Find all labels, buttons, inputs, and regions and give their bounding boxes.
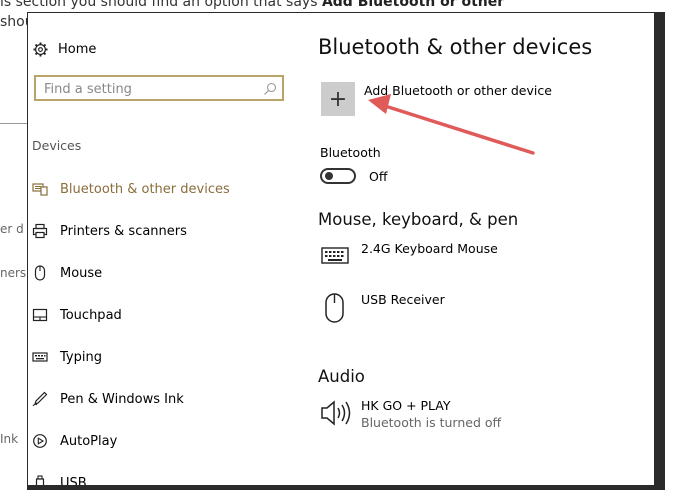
sidebar-item-usb[interactable]: USB bbox=[28, 462, 298, 485]
plus-icon: + bbox=[328, 86, 348, 112]
sidebar-item-typing[interactable]: Typing bbox=[28, 336, 298, 378]
device-status: Bluetooth is turned off bbox=[361, 415, 502, 430]
article-divider bbox=[0, 123, 28, 124]
sidebar-item-label: Touchpad bbox=[60, 307, 122, 323]
mouse-icon bbox=[320, 292, 350, 323]
bluetooth-toggle[interactable] bbox=[320, 168, 356, 184]
search-input[interactable] bbox=[42, 78, 256, 100]
touchpad-icon bbox=[32, 307, 48, 323]
article-line: is section you should find an option tha… bbox=[0, 0, 504, 10]
keyboard-icon bbox=[320, 241, 350, 271]
sidebar-nav: Bluetooth & other devices Printers & sca… bbox=[28, 168, 298, 485]
device-name: HK GO + PLAY bbox=[361, 398, 451, 413]
sidebar-item-label: Bluetooth & other devices bbox=[60, 181, 230, 197]
search-icon[interactable] bbox=[263, 81, 277, 95]
sidebar-item-autoplay[interactable]: AutoPlay bbox=[28, 420, 298, 462]
speaker-icon bbox=[320, 398, 351, 428]
article-bold-text: Add Bluetooth or other bbox=[321, 0, 505, 10]
sidebar-item-mouse[interactable]: Mouse bbox=[28, 252, 298, 294]
autoplay-icon bbox=[32, 433, 48, 449]
bluetooth-state-label: Off bbox=[369, 169, 388, 184]
sidebar-item-label: AutoPlay bbox=[60, 433, 118, 449]
article-side-fragment: Ink bbox=[0, 432, 19, 446]
main-content: Bluetooth & other devices + Add Bluetoot… bbox=[318, 13, 654, 485]
sidebar: Home Devices Bluetooth & other devices P… bbox=[28, 13, 298, 485]
sidebar-item-label: USB bbox=[60, 475, 87, 486]
section-title-audio: Audio bbox=[318, 367, 365, 386]
article-text: is section you should find an option tha… bbox=[0, 0, 318, 10]
section-heading-devices: Devices bbox=[32, 138, 82, 153]
section-title-mouse-keyboard-pen: Mouse, keyboard, & pen bbox=[318, 210, 519, 229]
search-box[interactable] bbox=[34, 75, 284, 101]
bluetooth-devices-icon bbox=[32, 181, 48, 197]
mouse-icon bbox=[32, 265, 48, 281]
printer-icon bbox=[32, 223, 48, 239]
sidebar-item-touchpad[interactable]: Touchpad bbox=[28, 294, 298, 336]
bluetooth-label: Bluetooth bbox=[320, 145, 381, 160]
sidebar-item-printers[interactable]: Printers & scanners bbox=[28, 210, 298, 252]
sidebar-item-label: Typing bbox=[60, 349, 102, 365]
device-name: 2.4G Keyboard Mouse bbox=[361, 241, 498, 256]
sidebar-item-bluetooth[interactable]: Bluetooth & other devices bbox=[28, 168, 298, 210]
sidebar-item-label: Pen & Windows Ink bbox=[60, 391, 184, 407]
device-name: USB Receiver bbox=[361, 292, 445, 307]
sidebar-item-label: Printers & scanners bbox=[60, 223, 187, 239]
article-side-fragment: ners bbox=[0, 266, 27, 280]
usb-icon bbox=[32, 475, 48, 485]
sidebar-item-pen[interactable]: Pen & Windows Ink bbox=[28, 378, 298, 420]
add-device-button[interactable]: + bbox=[321, 82, 355, 116]
home-nav-item[interactable]: Home bbox=[32, 41, 96, 57]
sidebar-item-label: Mouse bbox=[60, 265, 103, 281]
article-side-fragment: er d bbox=[0, 222, 24, 236]
toggle-knob bbox=[325, 172, 333, 180]
home-label: Home bbox=[58, 41, 97, 57]
settings-window: Home Devices Bluetooth & other devices P… bbox=[28, 13, 654, 485]
gear-icon bbox=[32, 41, 48, 57]
pen-icon bbox=[32, 391, 48, 407]
add-device-label[interactable]: Add Bluetooth or other device bbox=[364, 83, 552, 98]
keyboard-icon bbox=[32, 349, 48, 365]
page-title: Bluetooth & other devices bbox=[318, 35, 593, 59]
